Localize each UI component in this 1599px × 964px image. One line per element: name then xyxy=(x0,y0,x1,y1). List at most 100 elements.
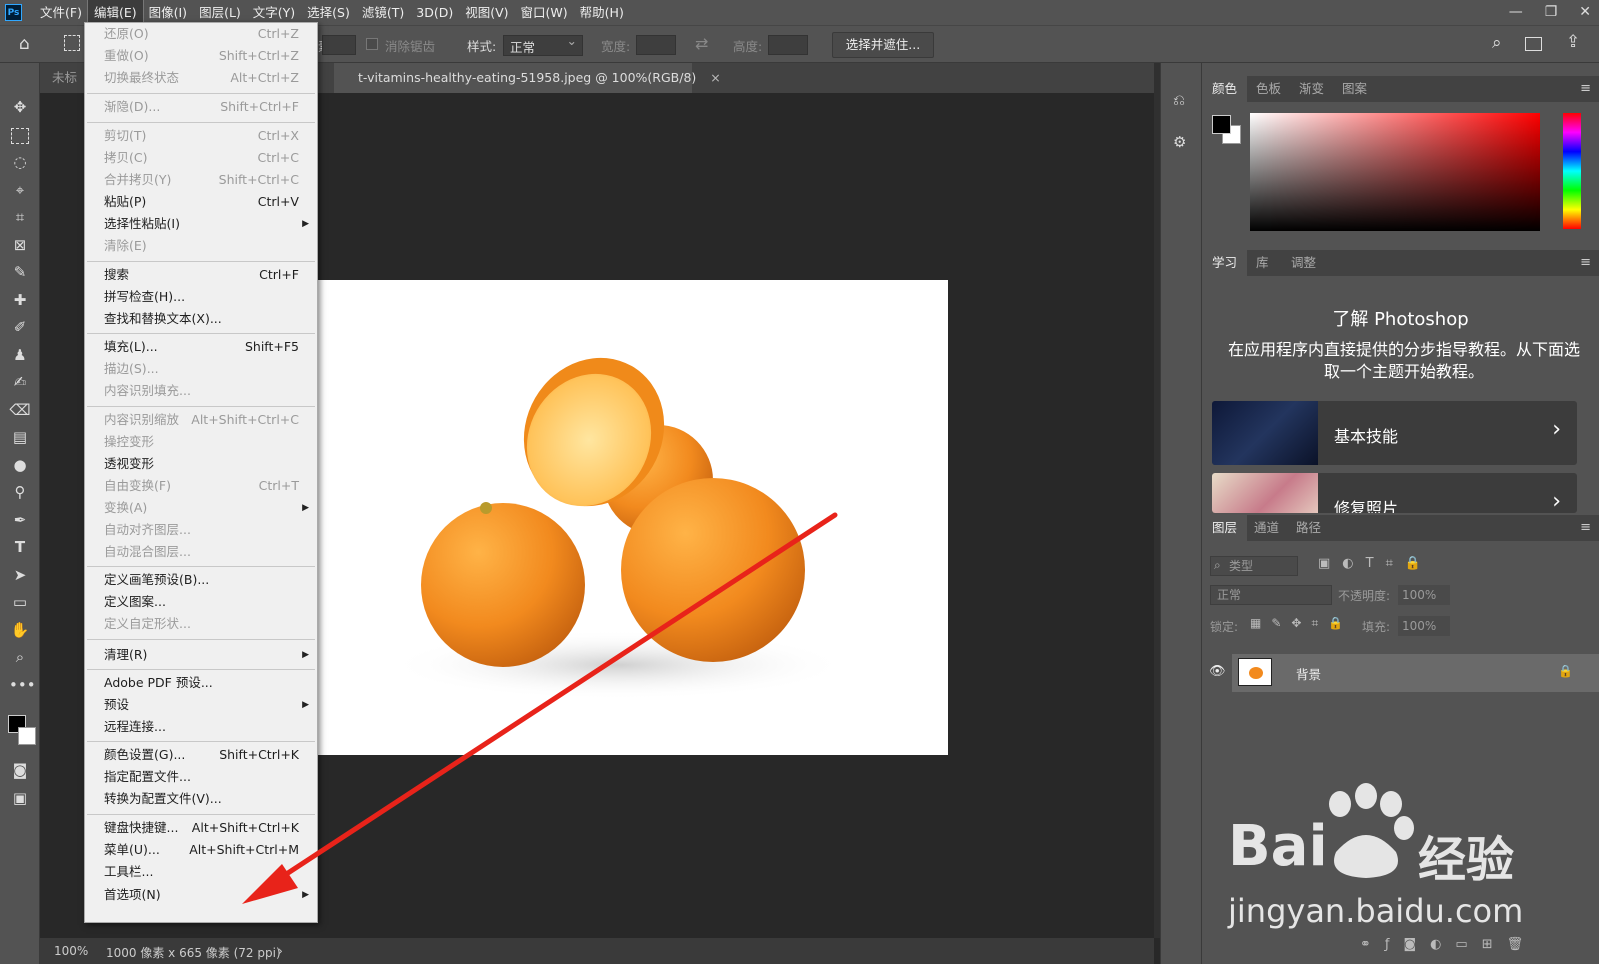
panel-menu-icon[interactable]: ≡ xyxy=(1580,520,1591,535)
menu-item-perspective-warp[interactable]: 透视变形 xyxy=(85,453,317,475)
quick-mask-icon[interactable]: ◙ xyxy=(9,759,31,781)
select-and-mask-button[interactable]: 选择并遮住... xyxy=(832,32,934,58)
menu-item-convert-profile[interactable]: 转换为配置文件(V)... xyxy=(85,788,317,810)
learn-card-fix-photos[interactable]: 修复照片 › xyxy=(1212,473,1577,513)
move-tool-icon[interactable]: ✥ xyxy=(9,96,31,118)
menu-item-content-aware-scale[interactable]: 内容识别缩放 Alt+Shift+Ctrl+C xyxy=(85,409,317,431)
height-input[interactable] xyxy=(768,35,808,55)
menu-item-define-pattern[interactable]: 定义图案... xyxy=(85,591,317,613)
feather-input[interactable] xyxy=(322,35,356,55)
status-more-icon[interactable]: › xyxy=(278,944,283,958)
rectangle-tool-icon[interactable]: ▭ xyxy=(9,591,31,613)
zoom-tool-icon[interactable]: ⌕ xyxy=(9,646,31,668)
marquee-tool-icon[interactable] xyxy=(11,128,29,144)
healing-brush-tool-icon[interactable]: ✚ xyxy=(9,289,31,311)
eyedropper-tool-icon[interactable]: ✎ xyxy=(9,261,31,283)
menu-item-define-brush[interactable]: 定义画笔预设(B)... xyxy=(85,569,317,591)
crop-tool-icon[interactable]: ⌗ xyxy=(9,206,31,228)
properties-panel-icon[interactable]: ⚙ xyxy=(1173,133,1186,151)
document-canvas[interactable] xyxy=(318,280,948,755)
close-button[interactable]: ✕ xyxy=(1579,0,1591,24)
menu-item-paste-special[interactable]: 选择性粘贴(I) ▶ xyxy=(85,213,317,235)
screen-mode-icon[interactable]: ▣ xyxy=(9,787,31,809)
tab-layers[interactable]: 图层 xyxy=(1202,515,1248,541)
menu-item-find-replace[interactable]: 查找和替换文本(X)... xyxy=(85,308,317,330)
tab-gradients[interactable]: 渐变 xyxy=(1289,76,1334,102)
menu-item-puppet-warp[interactable]: 操控变形 xyxy=(85,431,317,453)
tab-swatches[interactable]: 色板 xyxy=(1246,76,1291,102)
menu-item-copy-merged[interactable]: 合并拷贝(Y) Shift+Ctrl+C xyxy=(85,169,317,191)
hue-slider[interactable] xyxy=(1563,113,1581,229)
blend-mode-select[interactable]: 正常 xyxy=(1210,585,1332,605)
dodge-tool-icon[interactable]: ⚲ xyxy=(9,481,31,503)
antialias-checkbox[interactable] xyxy=(366,38,378,50)
blur-tool-icon[interactable]: ● xyxy=(9,454,31,476)
search-icon[interactable]: ⌕ xyxy=(1492,33,1502,53)
pen-tool-icon[interactable]: ✒ xyxy=(9,509,31,531)
menu-file[interactable]: 文件(F) xyxy=(34,0,88,25)
menu-item-fade[interactable]: 渐隐(D)... Shift+Ctrl+F xyxy=(85,96,317,118)
gradient-tool-icon[interactable]: ▤ xyxy=(9,426,31,448)
tab-paths[interactable]: 路径 xyxy=(1286,515,1331,541)
menu-item-spell-check[interactable]: 拼写检查(H)... xyxy=(85,286,317,308)
tab-close-icon[interactable]: × xyxy=(710,70,720,85)
layer-visibility-toggle[interactable]: 👁 xyxy=(1202,654,1232,692)
menu-filter[interactable]: 滤镜(T) xyxy=(356,0,410,25)
width-input[interactable] xyxy=(636,35,676,55)
eraser-tool-icon[interactable]: ⌫ xyxy=(9,399,31,421)
stamp-tool-icon[interactable]: ♟ xyxy=(9,344,31,366)
menu-help[interactable]: 帮助(H) xyxy=(574,0,630,25)
workspace-icon[interactable] xyxy=(1525,37,1542,51)
menu-item-presets[interactable]: 预设 ▶ xyxy=(85,694,317,716)
layer-row-background[interactable]: 背景 🔒 xyxy=(1232,654,1599,692)
menu-item-cut[interactable]: 剪切(T) Ctrl+X xyxy=(85,125,317,147)
tab-adjustments[interactable]: 调整 xyxy=(1281,250,1326,276)
menu-item-copy[interactable]: 拷贝(C) Ctrl+C xyxy=(85,147,317,169)
menu-item-content-aware-fill[interactable]: 内容识别填充... xyxy=(85,380,317,402)
menu-item-search[interactable]: 搜索 Ctrl+F xyxy=(85,264,317,286)
menu-item-undo[interactable]: 还原(O) Ctrl+Z xyxy=(85,23,317,45)
type-tool-icon[interactable]: T xyxy=(9,536,31,558)
panel-menu-icon[interactable]: ≡ xyxy=(1580,255,1591,270)
menu-item-assign-profile[interactable]: 指定配置文件... xyxy=(85,766,317,788)
menu-item-free-transform[interactable]: 自由变换(F) Ctrl+T xyxy=(85,475,317,497)
brush-tool-icon[interactable]: ✐ xyxy=(9,316,31,338)
opacity-input[interactable]: 100% xyxy=(1398,585,1450,605)
menu-item-purge[interactable]: 清理(R) ▶ xyxy=(85,644,317,666)
document-tab-active[interactable]: t-vitamins-healthy-eating-51958.jpeg @ 1… xyxy=(334,63,721,93)
path-select-tool-icon[interactable]: ➤ xyxy=(9,564,31,586)
menu-item-stroke[interactable]: 描边(S)... xyxy=(85,358,317,380)
panel-menu-icon[interactable]: ≡ xyxy=(1580,81,1591,96)
menu-item-redo[interactable]: 重做(O) Shift+Ctrl+Z xyxy=(85,45,317,67)
hand-tool-icon[interactable]: ✋ xyxy=(9,619,31,641)
marquee-preset-icon[interactable] xyxy=(64,35,80,51)
menu-item-clear[interactable]: 清除(E) xyxy=(85,235,317,257)
layer-footer-icons[interactable]: ⚭ƒ◙◐▭⊞🗑 xyxy=(1360,937,1537,952)
menu-item-keyboard-shortcuts[interactable]: 键盘快捷键... Alt+Shift+Ctrl+K xyxy=(85,817,317,839)
color-field[interactable] xyxy=(1250,113,1540,231)
background-color-swatch[interactable] xyxy=(18,727,36,745)
menu-item-transform[interactable]: 变换(A) ▶ xyxy=(85,497,317,519)
lock-icons[interactable]: ▦✎✥⌗🔒 xyxy=(1250,616,1353,631)
menu-window[interactable]: 窗口(W) xyxy=(515,0,574,25)
lasso-tool-icon[interactable]: ◌ xyxy=(9,151,31,173)
fill-input[interactable]: 100% xyxy=(1398,616,1450,636)
menu-item-auto-blend[interactable]: 自动混合图层... xyxy=(85,541,317,563)
home-icon[interactable]: ⌂ xyxy=(19,34,30,54)
swap-icon[interactable]: ⇄ xyxy=(695,34,708,53)
tab-channels[interactable]: 通道 xyxy=(1244,515,1289,541)
menu-item-paste[interactable]: 粘贴(P) Ctrl+V xyxy=(85,191,317,213)
menu-item-auto-align[interactable]: 自动对齐图层... xyxy=(85,519,317,541)
style-select[interactable]: 正常 xyxy=(503,33,583,56)
tab-color[interactable]: 颜色 xyxy=(1202,76,1248,102)
frame-tool-icon[interactable]: ⊠ xyxy=(9,234,31,256)
share-icon[interactable]: ⇪ xyxy=(1566,32,1580,52)
restore-button[interactable]: ❐ xyxy=(1545,0,1558,24)
tab-libraries[interactable]: 库 xyxy=(1246,250,1279,276)
layer-filter-select[interactable]: 类型 xyxy=(1210,556,1298,576)
menu-item-color-settings[interactable]: 颜色设置(G)... Shift+Ctrl+K xyxy=(85,744,317,766)
learn-card-basic-skills[interactable]: 基本技能 › xyxy=(1212,401,1577,465)
menu-view[interactable]: 视图(V) xyxy=(459,0,514,25)
menu-item-menus[interactable]: 菜单(U)... Alt+Shift+Ctrl+M xyxy=(85,839,317,861)
menu-item-toggle-last-state[interactable]: 切换最终状态 Alt+Ctrl+Z xyxy=(85,67,317,89)
